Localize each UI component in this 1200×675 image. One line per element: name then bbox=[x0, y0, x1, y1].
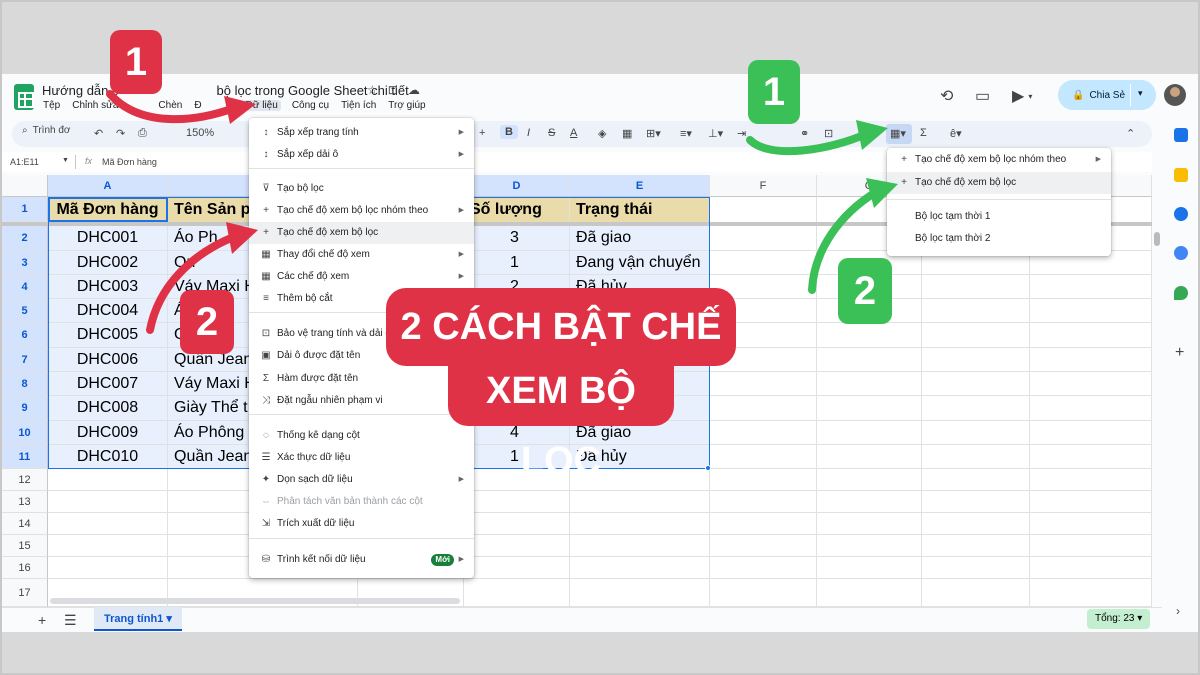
right-arrow-1 bbox=[746, 130, 870, 156]
right-arrowhead-1 bbox=[856, 120, 888, 150]
left-step-2-badge: 2 bbox=[180, 290, 234, 354]
banner-line-1: 2 CÁCH BẬT CHẾ ĐỘ bbox=[386, 288, 736, 426]
left-step-1-badge: 1 bbox=[110, 30, 162, 94]
right-arrowhead-2 bbox=[866, 178, 898, 208]
banner-line-2: XEM BỘ LỌC bbox=[448, 356, 674, 482]
left-arrowhead-1 bbox=[224, 96, 256, 124]
right-step-1-badge: 1 bbox=[748, 60, 800, 124]
left-arrowhead-2 bbox=[226, 222, 258, 254]
right-step-2-badge: 2 bbox=[838, 258, 892, 324]
left-arrow-1 bbox=[106, 90, 238, 124]
